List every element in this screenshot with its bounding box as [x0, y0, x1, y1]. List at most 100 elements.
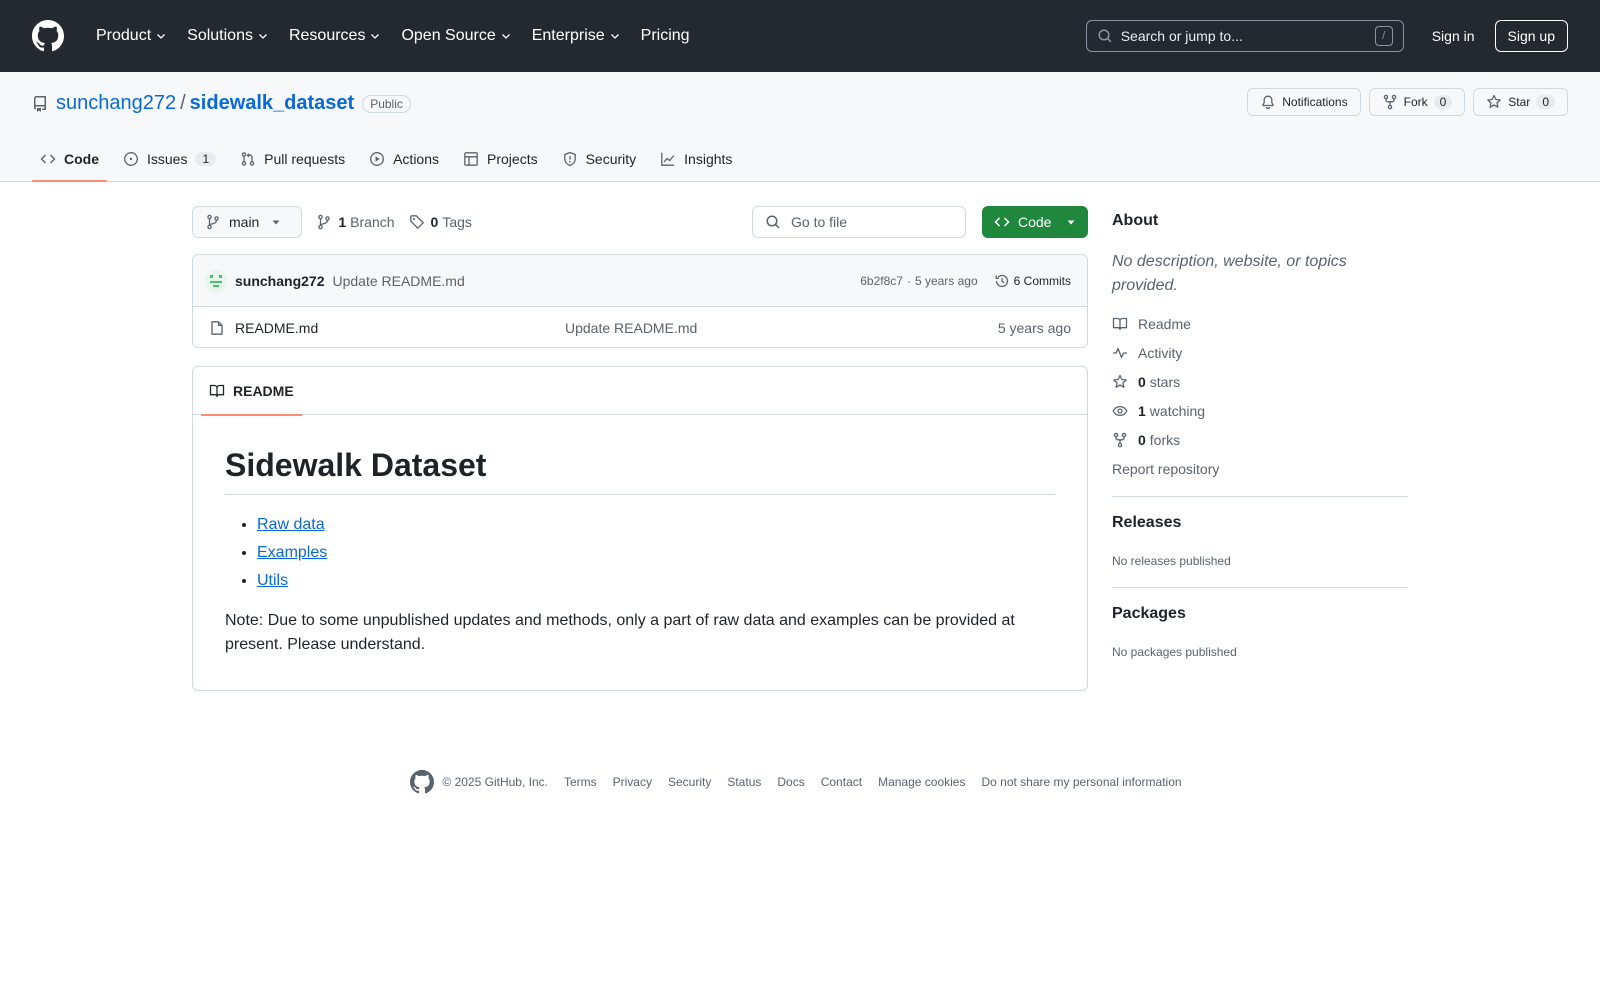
releases-heading[interactable]: Releases — [1112, 514, 1181, 532]
packages-heading[interactable]: Packages — [1112, 605, 1186, 623]
tags-link[interactable]: 0 Tags — [409, 214, 472, 230]
footer-manage-cookies-link[interactable]: Manage cookies — [878, 775, 965, 789]
top-nav: Product Solutions Resources Open Source … — [88, 20, 702, 52]
sidebar-divider — [1112, 587, 1408, 588]
go-to-file-input[interactable]: Go to file — [752, 206, 966, 238]
releases-empty-text: No releases published — [1112, 554, 1231, 568]
fork-label: Fork — [1403, 95, 1428, 109]
nav-pricing[interactable]: Pricing — [633, 20, 698, 52]
readme-link-list: Raw data Examples Utils — [257, 511, 1055, 595]
commits-history-link[interactable]: 6 Commits — [994, 273, 1071, 289]
tab-insights[interactable]: Insights — [652, 136, 740, 182]
footer-docs-link[interactable]: Docs — [777, 775, 804, 789]
pulse-icon — [1113, 347, 1127, 359]
global-search-input[interactable]: Search or jump to... / — [1085, 20, 1404, 52]
caret-down-icon — [1067, 220, 1075, 225]
tab-code[interactable]: Code — [32, 136, 107, 182]
repo-header: sunchang272 / sidewalk_dataset Public No… — [0, 72, 1600, 182]
repo-name-link[interactable]: sidewalk_dataset — [190, 92, 355, 115]
file-commit-message-link[interactable]: Update README.md — [565, 320, 697, 336]
fork-button[interactable]: Fork 0 — [1368, 88, 1466, 116]
list-item: Raw data — [257, 511, 1055, 539]
sign-in-link[interactable]: Sign in — [1420, 28, 1487, 44]
raw-data-link[interactable]: Raw data — [257, 516, 325, 533]
commits-count-label: 6 Commits — [1013, 273, 1071, 288]
readme-note: Note: Due to some unpublished updates an… — [225, 612, 1015, 653]
commit-hash-link[interactable]: 6b2f8c7 — [860, 274, 903, 288]
star-button[interactable]: Star 0 — [1473, 88, 1568, 116]
avatar[interactable] — [205, 269, 227, 292]
nav-open-source[interactable]: Open Source — [393, 20, 519, 52]
readme-title: Sidewalk Dataset — [225, 447, 1055, 495]
nav-resources-label: Resources — [288, 27, 366, 44]
utils-link[interactable]: Utils — [257, 572, 288, 589]
github-logo-icon[interactable] — [410, 770, 435, 794]
tab-issues[interactable]: Issues 1 — [115, 136, 224, 182]
commit-age: 5 years ago — [914, 273, 978, 288]
list-item: Examples — [257, 539, 1055, 567]
tab-projects-label: Projects — [487, 151, 538, 167]
file-navigation: main 1 Branch 0 Tags Go to file Code — [192, 206, 1088, 238]
code-button-label: Code — [1018, 214, 1052, 230]
repo-owner-link[interactable]: sunchang272 — [56, 92, 176, 115]
github-logo-icon[interactable] — [32, 20, 64, 52]
stars-label: stars — [1149, 374, 1181, 390]
tab-security[interactable]: Security — [554, 136, 645, 182]
repo-actions: Notifications Fork 0 Star 0 — [1239, 88, 1568, 116]
report-repository-link[interactable]: Report repository — [1112, 461, 1219, 477]
readme-link[interactable]: Readme — [1112, 316, 1191, 332]
file-browser: sunchang272 Update README.md 6b2f8c7 · 5… — [192, 254, 1088, 348]
code-dropdown-button[interactable]: Code — [982, 206, 1088, 238]
tab-actions[interactable]: Actions — [361, 136, 447, 182]
about-heading: About — [1112, 212, 1159, 229]
stars-count: 0 — [1138, 374, 1146, 390]
tab-readme[interactable]: README — [201, 367, 302, 416]
header-actions: Search or jump to... / Sign in Sign up — [1085, 20, 1568, 52]
footer-security-link[interactable]: Security — [668, 775, 711, 789]
table-row[interactable]: README.md Update README.md 5 years ago — [193, 307, 1087, 347]
file-name-link[interactable]: README.md — [235, 320, 565, 336]
branch-name: main — [229, 214, 260, 230]
watching-count: 1 — [1138, 403, 1146, 419]
branches-link[interactable]: 1 Branch — [316, 214, 395, 230]
search-icon — [1098, 29, 1112, 43]
footer-copyright: © 2025 GitHub, Inc. — [442, 775, 548, 789]
table-icon — [464, 152, 478, 166]
sign-up-button[interactable]: Sign up — [1494, 20, 1568, 52]
activity-link-label: Activity — [1138, 345, 1183, 361]
code-icon — [994, 217, 1010, 227]
footer-contact-link[interactable]: Contact — [821, 775, 862, 789]
readme-tabbar: README — [193, 367, 1087, 416]
nav-resources[interactable]: Resources — [281, 20, 389, 52]
branch-select-button[interactable]: main — [192, 206, 303, 238]
site-footer: © 2025 GitHub, Inc. Terms Privacy Securi… — [0, 770, 1600, 794]
activity-link[interactable]: Activity — [1112, 345, 1182, 361]
visibility-badge: Public — [362, 94, 411, 113]
readme-panel: README Sidewalk Dataset Raw data Example… — [192, 366, 1088, 691]
star-label: Star — [1508, 95, 1531, 109]
search-icon — [766, 215, 780, 229]
notifications-button[interactable]: Notifications — [1247, 88, 1361, 116]
tab-pull-requests[interactable]: Pull requests — [232, 136, 353, 182]
footer-status-link[interactable]: Status — [727, 775, 761, 789]
bell-icon — [1262, 95, 1274, 110]
nav-solutions[interactable]: Solutions — [179, 20, 277, 52]
watchers-link[interactable]: 1 watching — [1112, 403, 1205, 419]
search-shortcut-key: / — [1374, 26, 1393, 46]
readme-tab-label: README — [233, 383, 294, 399]
footer-terms-link[interactable]: Terms — [564, 775, 597, 789]
branch-icon — [207, 214, 219, 230]
tab-projects[interactable]: Projects — [455, 136, 546, 182]
fork-icon — [1383, 94, 1396, 110]
play-icon — [370, 152, 385, 166]
commit-message-link[interactable]: Update README.md — [332, 273, 464, 289]
nav-enterprise[interactable]: Enterprise — [524, 20, 629, 52]
stars-link[interactable]: 0 stars — [1112, 374, 1180, 390]
footer-do-not-share-link[interactable]: Do not share my personal information — [981, 775, 1181, 789]
commit-author-link[interactable]: sunchang272 — [235, 273, 324, 289]
examples-link[interactable]: Examples — [257, 544, 327, 561]
forks-link[interactable]: 0 forks — [1112, 432, 1180, 448]
footer-privacy-link[interactable]: Privacy — [613, 775, 652, 789]
about-description: No description, website, or topics provi… — [1112, 253, 1347, 294]
nav-product[interactable]: Product — [88, 20, 175, 52]
